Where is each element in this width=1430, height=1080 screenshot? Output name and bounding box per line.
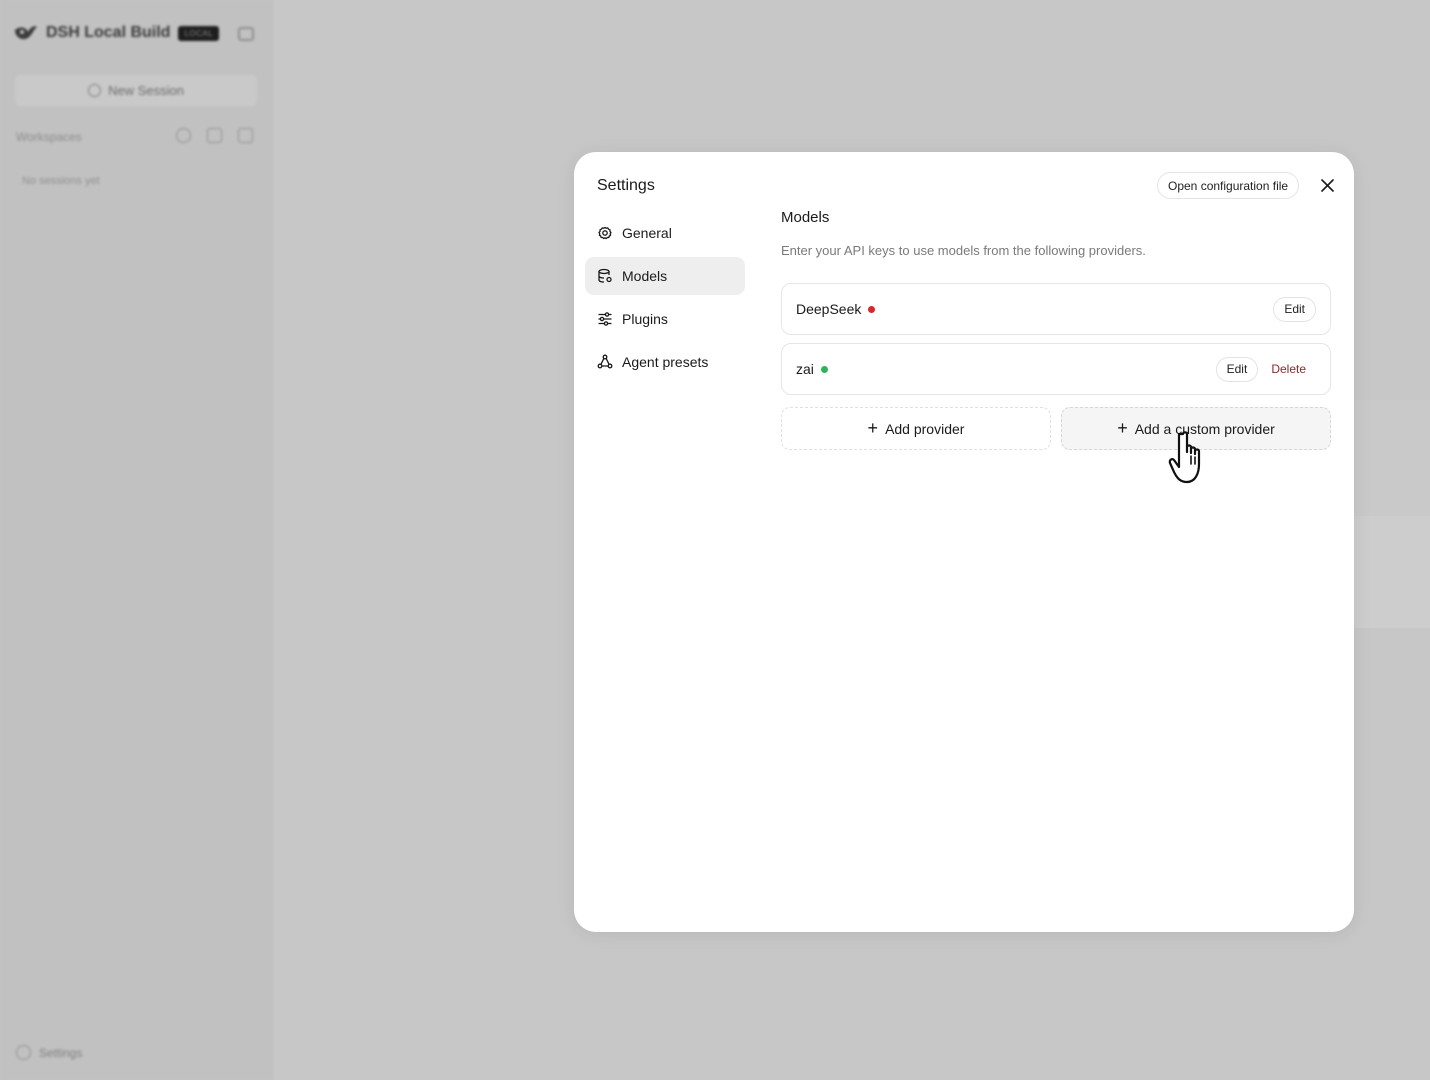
provider-name: DeepSeek: [796, 301, 862, 317]
close-icon: [1320, 178, 1334, 192]
settings-link-label: Settings: [39, 1045, 83, 1060]
nav-label: Models: [622, 268, 668, 284]
sidebar-toggle-icon[interactable]: [238, 27, 254, 41]
add-custom-provider-label: Add a custom provider: [1134, 420, 1275, 437]
status-dot: [868, 305, 876, 313]
nav-label: Agent presets: [622, 354, 709, 370]
provider-row-zai: zai Edit Delete: [781, 343, 1331, 395]
new-folder-icon[interactable]: [238, 128, 253, 143]
status-dot: [820, 365, 828, 373]
nav-label: General: [622, 225, 672, 241]
add-provider-label: Add provider: [885, 420, 965, 437]
no-sessions-text: No sessions yet: [22, 175, 100, 187]
nav-item-agent-presets[interactable]: Agent presets: [585, 343, 745, 381]
sliders-icon: [598, 312, 612, 326]
edit-button[interactable]: Edit: [1215, 356, 1259, 382]
app-name: DSH Local Build: [46, 24, 171, 41]
delete-button[interactable]: Delete: [1271, 362, 1306, 376]
database-icon: [598, 268, 612, 283]
plus-icon: +: [1117, 417, 1128, 438]
filter-icon[interactable]: [207, 128, 222, 143]
brand: DSH Local Build LOCAL: [14, 24, 220, 42]
background-panel: [1354, 400, 1430, 516]
bird-logo-icon: [15, 26, 37, 40]
nav-label: Plugins: [622, 311, 668, 327]
close-button[interactable]: [1316, 174, 1338, 196]
add-custom-provider-button[interactable]: + Add a custom provider: [1061, 407, 1331, 450]
background-panel: [1354, 516, 1430, 628]
settings-modal: Settings Open configuration file General…: [574, 152, 1354, 932]
build-badge: LOCAL: [178, 25, 220, 41]
models-panel: Models Enter your API keys to use models…: [781, 208, 1331, 450]
add-provider-row: + Add provider + Add a custom provider: [781, 407, 1331, 450]
nav-item-models[interactable]: Models: [585, 257, 745, 295]
app-sidebar: DSH Local Build LOCAL New Session Worksp…: [0, 0, 274, 1080]
gear-icon: [16, 1045, 31, 1060]
edit-button[interactable]: Edit: [1273, 296, 1316, 322]
section-description: Enter your API keys to use models from t…: [781, 243, 1146, 258]
gear-icon: [598, 226, 612, 240]
nav-item-general[interactable]: General: [585, 214, 745, 252]
settings-nav: General Models Plugins Agent presets: [585, 214, 745, 386]
plus-circle-icon: [88, 84, 102, 97]
provider-name: zai: [796, 361, 814, 377]
workspace-toolbar: [176, 128, 253, 143]
new-session-button[interactable]: New Session: [15, 75, 257, 106]
section-title: Models: [781, 209, 830, 226]
settings-link[interactable]: Settings: [16, 1045, 82, 1060]
open-configuration-file-button[interactable]: Open configuration file: [1157, 172, 1300, 199]
provider-row-deepseek: DeepSeek Edit: [781, 283, 1331, 335]
nav-item-plugins[interactable]: Plugins: [585, 300, 745, 338]
new-session-label: New Session: [108, 83, 184, 98]
plus-icon: +: [867, 417, 879, 438]
modal-title: Settings: [597, 177, 655, 194]
nodes-icon: [597, 354, 613, 369]
search-icon[interactable]: [176, 128, 191, 143]
workspaces-label: Workspaces: [16, 130, 82, 144]
add-provider-button[interactable]: + Add provider: [781, 407, 1051, 450]
